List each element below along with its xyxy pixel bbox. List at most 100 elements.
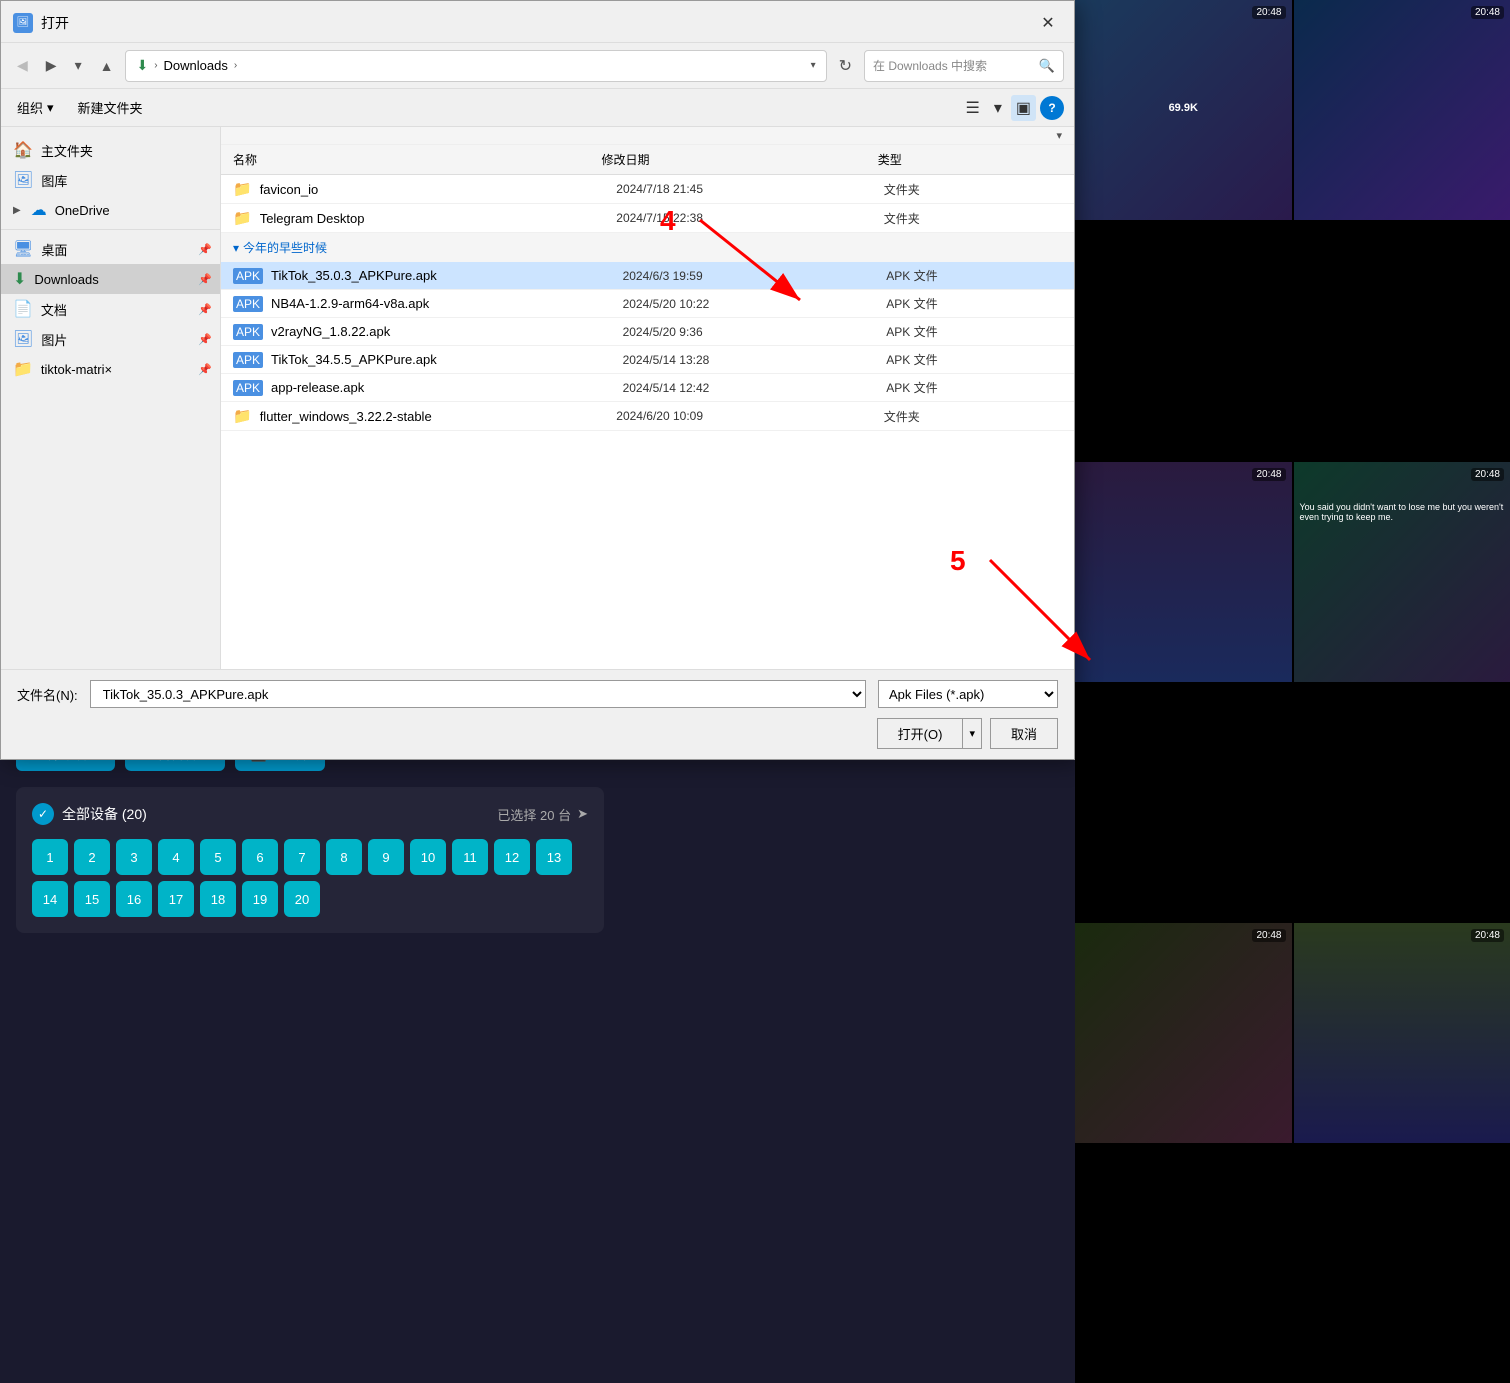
forward-button[interactable]: ▶ xyxy=(40,53,63,78)
device-header: ✓ 全部设备 (20) 已选择 20 台 ➤ xyxy=(32,803,588,825)
device-10[interactable]: 10 xyxy=(410,839,446,875)
file-date: 2024/6/20 10:09 xyxy=(616,409,883,423)
col-name-header[interactable]: 名称 xyxy=(233,151,601,168)
cancel-button[interactable]: 取消 xyxy=(990,718,1058,749)
device-12[interactable]: 12 xyxy=(494,839,530,875)
close-button[interactable]: ✕ xyxy=(1034,9,1062,37)
file-row[interactable]: APK v2rayNG_1.8.22.apk 2024/5/20 9:36 AP… xyxy=(221,318,1074,346)
pin-icon-desktop: 📌 xyxy=(198,243,212,256)
filename-input[interactable]: TikTok_35.0.3_APKPure.apk xyxy=(90,680,866,708)
device-3[interactable]: 3 xyxy=(116,839,152,875)
col-type-header[interactable]: 类型 xyxy=(878,151,1062,168)
device-6[interactable]: 6 xyxy=(242,839,278,875)
address-dropdown-arrow[interactable]: ▾ xyxy=(811,60,816,71)
file-row[interactable]: APK TikTok_34.5.5_APKPure.apk 2024/5/14 … xyxy=(221,346,1074,374)
dropdown-button[interactable]: ▾ xyxy=(69,53,88,78)
device-9[interactable]: 9 xyxy=(368,839,404,875)
sidebar-item-docs[interactable]: 📄 文档 📌 xyxy=(1,294,220,324)
device-8[interactable]: 8 xyxy=(326,839,362,875)
app-icon: 🖼 xyxy=(13,13,33,33)
search-box[interactable]: 在 Downloads 中搜索 🔍 xyxy=(864,50,1064,82)
apk-icon: APK xyxy=(233,296,263,312)
open-button[interactable]: 打开(O) xyxy=(877,718,963,749)
file-row[interactable]: 📁 flutter_windows_3.22.2-stable 2024/6/2… xyxy=(221,402,1074,431)
file-date: 2024/5/14 13:28 xyxy=(623,353,887,367)
sidebar-item-gallery[interactable]: 🖼 图库 xyxy=(1,165,220,195)
device-7[interactable]: 7 xyxy=(284,839,320,875)
sidebar-item-downloads[interactable]: ⬇ Downloads 📌 xyxy=(1,264,220,294)
back-button[interactable]: ◀ xyxy=(11,53,34,78)
sidebar-item-onedrive[interactable]: ▶ ☁ OneDrive xyxy=(1,195,220,225)
file-row[interactable]: 📁 Telegram Desktop 2024/7/15 22:38 文件夹 xyxy=(221,204,1074,233)
pin-icon-downloads: 📌 xyxy=(198,273,212,286)
help-button[interactable]: ? xyxy=(1040,96,1064,120)
organize-button[interactable]: 组织 ▾ xyxy=(11,95,60,120)
file-list-container: ▾ 名称 修改日期 类型 📁 favicon_io 2024/7/18 21:4… xyxy=(221,127,1074,669)
sidebar-item-images[interactable]: 🖼 图片 📌 xyxy=(1,324,220,354)
file-name-tiktok35: TikTok_35.0.3_APKPure.apk xyxy=(271,268,623,283)
file-row[interactable]: APK app-release.apk 2024/5/14 12:42 APK … xyxy=(221,374,1074,402)
device-18[interactable]: 18 xyxy=(200,881,236,917)
device-20[interactable]: 20 xyxy=(284,881,320,917)
file-name-tiktok34: TikTok_34.5.5_APKPure.apk xyxy=(271,352,623,367)
section-label-text: 今年的早些时候 xyxy=(243,239,327,256)
device-17[interactable]: 17 xyxy=(158,881,194,917)
toolbar: 组织 ▾ 新建文件夹 ☰ ▾ ▣ ? xyxy=(1,89,1074,127)
device-14[interactable]: 14 xyxy=(32,881,68,917)
file-row[interactable]: 📁 favicon_io 2024/7/18 21:45 文件夹 xyxy=(221,175,1074,204)
expand-icon: ▶ xyxy=(13,205,21,216)
share-icon: ➤ xyxy=(577,806,588,822)
collapse-icon: ▾ xyxy=(233,241,239,255)
view-panel-button[interactable]: ▣ xyxy=(1011,95,1036,121)
sidebar-item-desktop[interactable]: 🖥 桌面 📌 xyxy=(1,234,220,264)
sort-arrow[interactable]: ▾ xyxy=(1056,129,1062,142)
new-folder-button[interactable]: 新建文件夹 xyxy=(72,95,149,120)
sidebar: 🏠 主文件夹 🖼 图库 ▶ ☁ OneDrive 🖥 桌面 📌 ⬇ Downlo… xyxy=(1,127,221,669)
tiktok-card: 20:48 xyxy=(1075,923,1292,1143)
device-grid: 1 2 3 4 5 6 7 8 9 10 11 12 13 14 15 16 1… xyxy=(32,839,588,917)
sidebar-label-images: 图片 xyxy=(41,330,67,349)
sidebar-item-home[interactable]: 🏠 主文件夹 xyxy=(1,135,220,165)
device-16[interactable]: 16 xyxy=(116,881,152,917)
section-label-recent[interactable]: ▾ 今年的早些时候 xyxy=(221,233,1074,262)
file-name: favicon_io xyxy=(260,182,617,197)
device-2[interactable]: 2 xyxy=(74,839,110,875)
file-date: 2024/5/20 10:22 xyxy=(623,297,887,311)
file-date: 2024/7/15 22:38 xyxy=(616,211,883,225)
file-type: APK 文件 xyxy=(886,323,1062,340)
device-19[interactable]: 19 xyxy=(242,881,278,917)
filename-label: 文件名(N): xyxy=(17,685,78,704)
open-dropdown-button[interactable]: ▾ xyxy=(962,718,982,749)
device-13[interactable]: 13 xyxy=(536,839,572,875)
pin-icon-tiktok: 📌 xyxy=(198,363,212,376)
col-date-header[interactable]: 修改日期 xyxy=(601,151,877,168)
filetype-select[interactable]: Apk Files (*.apk) xyxy=(878,680,1058,708)
device-4[interactable]: 4 xyxy=(158,839,194,875)
address-input[interactable]: ⬇ › Downloads › ▾ xyxy=(125,50,826,82)
view-list-button[interactable]: ☰ xyxy=(961,95,985,121)
title-bar-left: 🖼 打开 xyxy=(13,13,69,33)
tiktok-folder-icon: 📁 xyxy=(13,359,33,379)
device-1[interactable]: 1 xyxy=(32,839,68,875)
pin-icon-docs: 📌 xyxy=(198,303,212,316)
file-row[interactable]: APK NB4A-1.2.9-arm64-v8a.apk 2024/5/20 1… xyxy=(221,290,1074,318)
refresh-button[interactable]: ↻ xyxy=(833,52,858,80)
sidebar-label-docs: 文档 xyxy=(41,300,67,319)
view-dropdown-button[interactable]: ▾ xyxy=(989,95,1007,121)
file-row-selected[interactable]: APK TikTok_35.0.3_APKPure.apk 2024/6/3 1… xyxy=(221,262,1074,290)
device-11[interactable]: 11 xyxy=(452,839,488,875)
file-date: 2024/6/3 19:59 xyxy=(623,269,887,283)
device-5[interactable]: 5 xyxy=(200,839,236,875)
tiktok-card: 20:48 You said you didn't want to lose m… xyxy=(1294,462,1510,682)
home-icon: 🏠 xyxy=(13,140,33,160)
up-button[interactable]: ▲ xyxy=(94,54,120,78)
organize-arrow-icon: ▾ xyxy=(47,100,54,116)
device-all[interactable]: ✓ 全部设备 (20) xyxy=(32,803,147,825)
device-15[interactable]: 15 xyxy=(74,881,110,917)
sidebar-item-tiktok[interactable]: 📁 tiktok-matri× 📌 xyxy=(1,354,220,384)
gallery-icon: 🖼 xyxy=(13,170,33,190)
address-sep2: › xyxy=(234,60,237,71)
file-name-flutter: flutter_windows_3.22.2-stable xyxy=(260,409,617,424)
sidebar-label-desktop: 桌面 xyxy=(41,240,67,259)
device-selected-text: 已选择 20 台 xyxy=(497,805,571,824)
